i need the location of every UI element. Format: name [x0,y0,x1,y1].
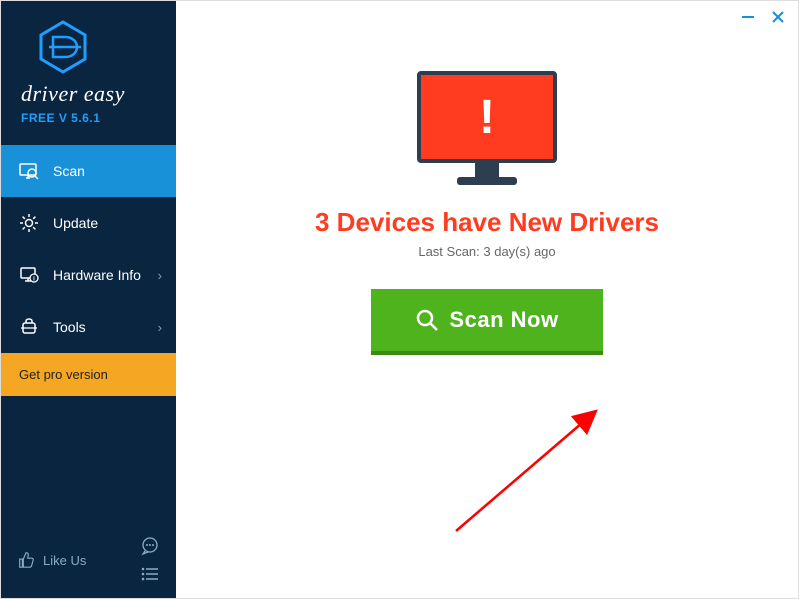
scan-icon [19,161,39,181]
annotation-arrow [446,401,626,541]
menu-list-icon[interactable] [140,564,160,584]
like-us-label: Like Us [43,553,86,568]
brand-name: driver easy [21,81,156,107]
minimize-button[interactable] [740,9,756,25]
get-pro-label: Get pro version [19,367,108,382]
sidebar: driver easy FREE V 5.6.1 Scan [1,1,176,598]
nav-update-label: Update [53,215,98,231]
version-label: FREE V 5.6.1 [21,111,156,125]
alert-monitor-graphic: ! [417,71,557,185]
nav-hardware[interactable]: i Hardware Info › [1,249,176,301]
feedback-icon[interactable] [140,536,160,556]
nav-hardware-label: Hardware Info [53,267,141,283]
last-scan-text: Last Scan: 3 day(s) ago [196,244,778,259]
chevron-right-icon: › [158,268,162,283]
like-us-button[interactable]: Like Us [17,551,86,569]
get-pro-button[interactable]: Get pro version [1,353,176,396]
main-panel: ! 3 Devices have New Drivers Last Scan: … [176,1,798,598]
nav-scan[interactable]: Scan [1,145,176,197]
chevron-right-icon: › [158,320,162,335]
scan-now-button[interactable]: Scan Now [371,289,602,355]
gear-icon [19,213,39,233]
alert-icon: ! [479,90,495,145]
close-button[interactable] [770,9,786,25]
search-icon [415,308,439,332]
hardware-icon: i [19,265,39,285]
logo-area: driver easy FREE V 5.6.1 [1,1,176,137]
status-headline: 3 Devices have New Drivers [196,207,778,238]
thumbs-up-icon [17,551,35,569]
tools-icon [19,317,39,337]
nav-tools-label: Tools [53,319,86,335]
scan-now-label: Scan Now [449,307,558,333]
nav-scan-label: Scan [53,163,85,179]
nav-tools[interactable]: Tools › [1,301,176,353]
logo-icon [35,19,91,75]
nav-update[interactable]: Update [1,197,176,249]
